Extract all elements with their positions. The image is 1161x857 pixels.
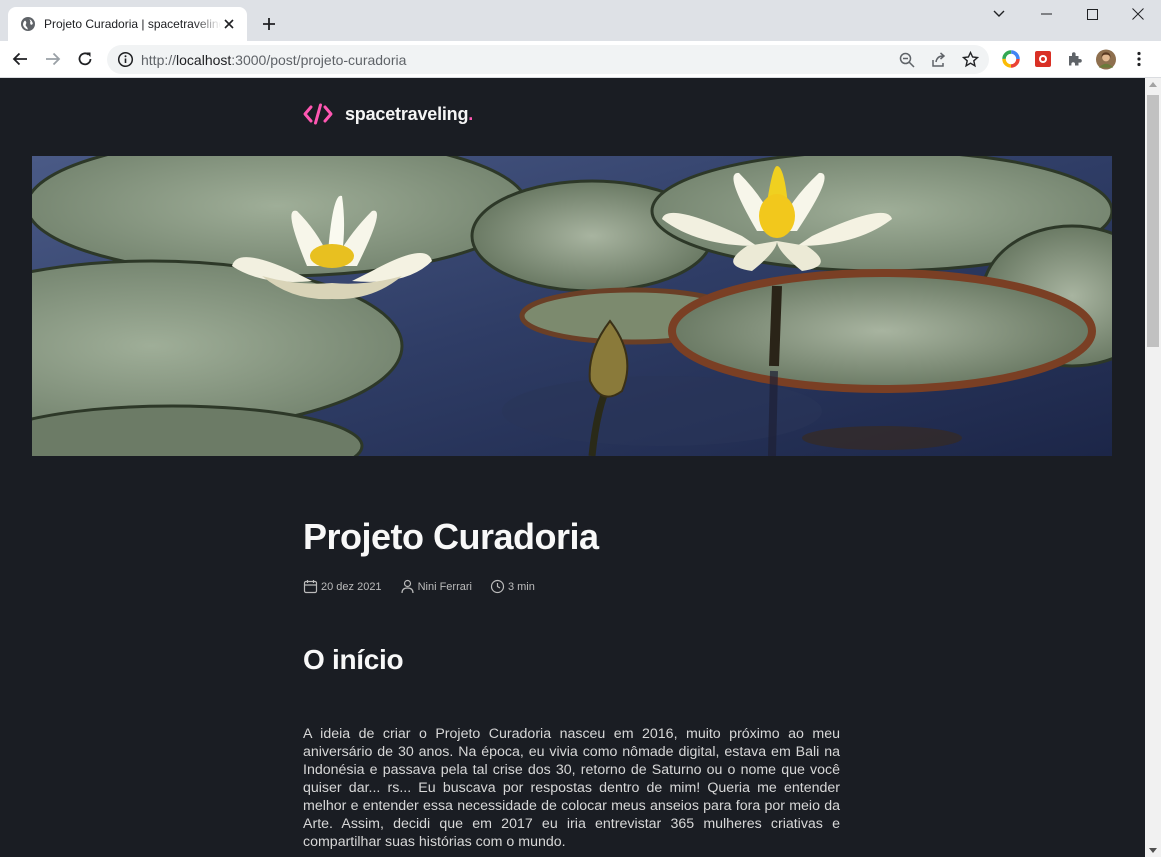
back-icon bbox=[12, 52, 27, 66]
reload-icon bbox=[78, 52, 92, 66]
bookmark-button[interactable] bbox=[961, 50, 980, 69]
address-bar[interactable]: http://localhost:3000/post/projeto-curad… bbox=[107, 45, 989, 74]
logo-dot: . bbox=[468, 103, 474, 124]
user-icon bbox=[400, 579, 414, 594]
maximize-icon bbox=[1086, 8, 1098, 20]
info-icon[interactable] bbox=[117, 51, 134, 68]
avatar bbox=[1096, 49, 1116, 69]
water-lily-illustration bbox=[32, 156, 1112, 456]
menu-icon bbox=[1137, 51, 1141, 67]
profile-avatar-button[interactable] bbox=[1096, 49, 1116, 69]
browser-tab[interactable]: Projeto Curadoria | spacetraveling bbox=[8, 7, 247, 41]
site-logo[interactable]: spacetraveling. bbox=[303, 103, 473, 125]
post-meta: 20 dez 2021 Nini Ferrari 3 min bbox=[303, 579, 553, 594]
share-icon bbox=[932, 51, 946, 67]
close-tab-button[interactable] bbox=[221, 16, 237, 32]
extension-app-icon bbox=[1035, 51, 1051, 67]
post-title: Projeto Curadoria bbox=[303, 516, 599, 557]
url-host: localhost bbox=[176, 52, 232, 68]
url-path: :3000/post/projeto-curadoria bbox=[231, 52, 407, 68]
post-reading-time-text: 3 min bbox=[507, 580, 535, 593]
star-icon bbox=[962, 51, 979, 68]
page-scrollbar[interactable] bbox=[1145, 78, 1161, 857]
extension-red-button[interactable] bbox=[1033, 49, 1053, 69]
extension-color-button[interactable] bbox=[1001, 49, 1021, 69]
post-banner-image bbox=[32, 156, 1112, 456]
post-author: Nini Ferrari bbox=[400, 579, 472, 594]
tab-search-button[interactable] bbox=[976, 0, 1022, 28]
minimize-icon bbox=[1040, 13, 1052, 15]
tab-title: Projeto Curadoria | spacetraveling bbox=[44, 17, 221, 31]
post-reading-time: 3 min bbox=[490, 579, 535, 594]
post-author-text: Nini Ferrari bbox=[417, 580, 472, 593]
close-icon bbox=[224, 19, 234, 29]
calendar-icon bbox=[303, 580, 318, 594]
globe-icon bbox=[21, 17, 35, 31]
browser-menu-button[interactable] bbox=[1129, 49, 1149, 69]
clock-icon bbox=[490, 579, 505, 594]
scroll-thumb[interactable] bbox=[1147, 95, 1159, 347]
code-brackets-icon bbox=[303, 103, 333, 125]
maximize-button[interactable] bbox=[1069, 0, 1115, 28]
zoom-icon bbox=[899, 52, 915, 68]
minimize-button[interactable] bbox=[1023, 0, 1069, 28]
scroll-up-arrow[interactable] bbox=[1149, 82, 1157, 87]
logo-wordmark: spacetraveling bbox=[345, 103, 469, 124]
forward-button[interactable] bbox=[43, 49, 63, 69]
post-date-text: 20 dez 2021 bbox=[321, 580, 382, 593]
share-button[interactable] bbox=[929, 50, 948, 69]
zoom-button[interactable] bbox=[897, 50, 916, 69]
back-button[interactable] bbox=[10, 49, 30, 69]
new-tab-button[interactable] bbox=[258, 13, 280, 35]
forward-icon bbox=[46, 52, 61, 66]
plus-icon bbox=[263, 18, 275, 30]
color-wheel-icon bbox=[1002, 50, 1020, 68]
page-viewport: spacetraveling. Projeto Curadoria 20 dez… bbox=[0, 78, 1145, 857]
logo-text: spacetraveling. bbox=[345, 104, 473, 125]
extensions-button[interactable] bbox=[1065, 49, 1085, 69]
section-heading: O início bbox=[303, 644, 404, 675]
scroll-down-arrow[interactable] bbox=[1149, 848, 1157, 853]
close-icon bbox=[1132, 8, 1144, 20]
extensions-icon bbox=[1069, 52, 1082, 66]
browser-toolbar: http://localhost:3000/post/projeto-curad… bbox=[0, 41, 1161, 78]
post-date: 20 dez 2021 bbox=[303, 579, 382, 594]
post-paragraph: A ideia de criar o Projeto Curadoria nas… bbox=[303, 726, 840, 850]
url-text[interactable]: http://localhost:3000/post/projeto-curad… bbox=[141, 52, 406, 68]
chevron-down-icon bbox=[993, 10, 1005, 17]
reload-button[interactable] bbox=[75, 49, 95, 69]
close-window-button[interactable] bbox=[1115, 0, 1161, 28]
browser-titlebar: Projeto Curadoria | spacetraveling bbox=[0, 0, 1161, 41]
url-scheme: http:// bbox=[141, 52, 177, 68]
